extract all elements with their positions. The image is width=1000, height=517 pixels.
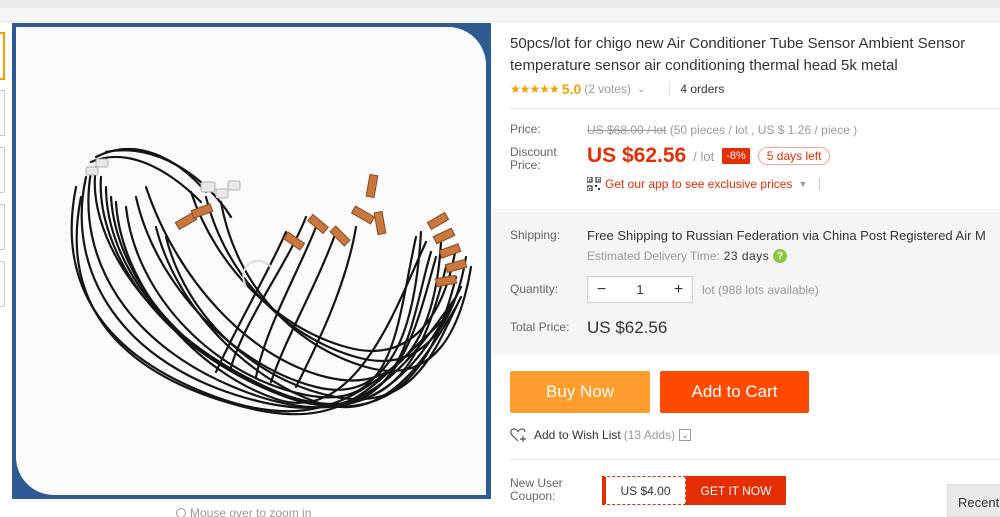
orders-count: 4 orders xyxy=(680,82,725,96)
help-icon[interactable]: ? xyxy=(773,249,788,263)
quantity-stepper[interactable]: − + xyxy=(587,276,693,303)
product-title-line2: temperature sensor air conditioning ther… xyxy=(510,57,898,74)
eta-value: 23 days xyxy=(723,249,770,263)
discount-price-label: Discount Price: xyxy=(510,145,557,172)
magnifier-icon xyxy=(176,508,186,517)
wish-list-link[interactable]: Add to Wish List xyxy=(534,428,621,442)
estimated-delivery: Estimated Delivery Time: 23 days ? xyxy=(587,249,788,263)
price-unit: / lot xyxy=(693,148,715,164)
divider xyxy=(819,178,821,190)
heart-plus-icon xyxy=(510,428,526,442)
app-promo-text[interactable]: Get our app to see exclusive prices xyxy=(605,177,792,191)
thumbnail-5[interactable] xyxy=(0,261,5,307)
original-price-value: US $68.00 / lot xyxy=(587,123,667,137)
qr-code-icon xyxy=(587,177,601,191)
discount-price-value: US $62.56 xyxy=(587,144,687,167)
wish-list[interactable]: Add to Wish List (13 Adds) ⌄ xyxy=(510,427,692,443)
thumbnail-3[interactable] xyxy=(0,147,5,193)
thumbnail-1[interactable] xyxy=(0,32,5,80)
quantity-decrease-button[interactable]: − xyxy=(588,277,615,302)
thumbnail-4[interactable] xyxy=(0,204,5,250)
app-promo[interactable]: Get our app to see exclusive prices ▼ xyxy=(587,177,821,191)
free-shipping: Free Shipping xyxy=(587,228,668,243)
divider xyxy=(669,82,671,96)
original-price: US $68.00 / lot (50 pieces / lot , US $ … xyxy=(587,123,857,137)
buy-now-button[interactable]: Buy Now xyxy=(510,371,650,413)
eta-label: Estimated Delivery Time: xyxy=(587,249,720,263)
star-rating-icon: ★★★★★ xyxy=(510,82,560,96)
zoom-hint: Mouse over to zoom in xyxy=(176,506,311,517)
add-to-cart-button[interactable]: Add to Cart xyxy=(660,371,809,413)
price-label: Price: xyxy=(510,122,541,136)
total-price-label: Total Price: xyxy=(510,320,570,334)
thumbnail-2[interactable] xyxy=(0,90,5,136)
divider xyxy=(510,459,1000,460)
coupon-label: New User Coupon: xyxy=(510,476,563,503)
get-coupon-button[interactable]: GET IT NOW xyxy=(686,476,786,505)
quantity-available: lot (988 lots available) xyxy=(702,283,819,297)
rating-row: ★★★★★ 5.0 (2 votes) ⌄ 4 orders xyxy=(510,80,724,98)
wish-list-count: (13 Adds) xyxy=(623,428,676,442)
product-photo xyxy=(16,27,486,495)
sensor-cables-image xyxy=(70,148,473,416)
time-left-badge: 5 days left xyxy=(757,147,831,165)
top-bar xyxy=(0,0,1000,8)
caret-down-icon[interactable]: ▼ xyxy=(798,179,807,189)
chevron-down-icon[interactable]: ⌄ xyxy=(679,429,692,441)
new-user-coupon: US $4.00 GET IT NOW xyxy=(602,476,786,505)
shipping-destination[interactable]: to Russian Federation via China Post Reg… xyxy=(668,228,986,243)
quantity-input[interactable] xyxy=(615,282,665,297)
product-image-frame[interactable] xyxy=(12,23,491,499)
quantity-label: Quantity: xyxy=(510,282,559,296)
recent-tab[interactable]: Recent xyxy=(947,484,1000,517)
product-title: 50pcs/lot for chigo new Air Conditioner … xyxy=(510,33,1000,77)
shipping-label: Shipping: xyxy=(510,228,561,242)
votes-link[interactable]: (2 votes) xyxy=(584,82,631,96)
coupon-amount: US $4.00 xyxy=(602,476,686,505)
total-price-value: US $62.56 xyxy=(587,318,668,337)
divider xyxy=(510,108,1000,109)
shipping-info[interactable]: Free Shipping to Russian Federation via … xyxy=(587,228,986,243)
discount-price: US $62.56 / lot -8% 5 days left xyxy=(587,144,831,168)
header-strip xyxy=(0,8,1000,22)
chevron-down-icon[interactable]: ⌄ xyxy=(637,84,645,95)
rating-value: 5.0 xyxy=(561,81,582,97)
product-title-line1: 50pcs/lot for chigo new Air Conditioner … xyxy=(510,35,966,52)
discount-badge: -8% xyxy=(722,148,750,164)
quantity-increase-button[interactable]: + xyxy=(665,277,692,302)
original-price-detail: (50 pieces / lot , US $ 1.26 / piece ) xyxy=(669,123,858,137)
